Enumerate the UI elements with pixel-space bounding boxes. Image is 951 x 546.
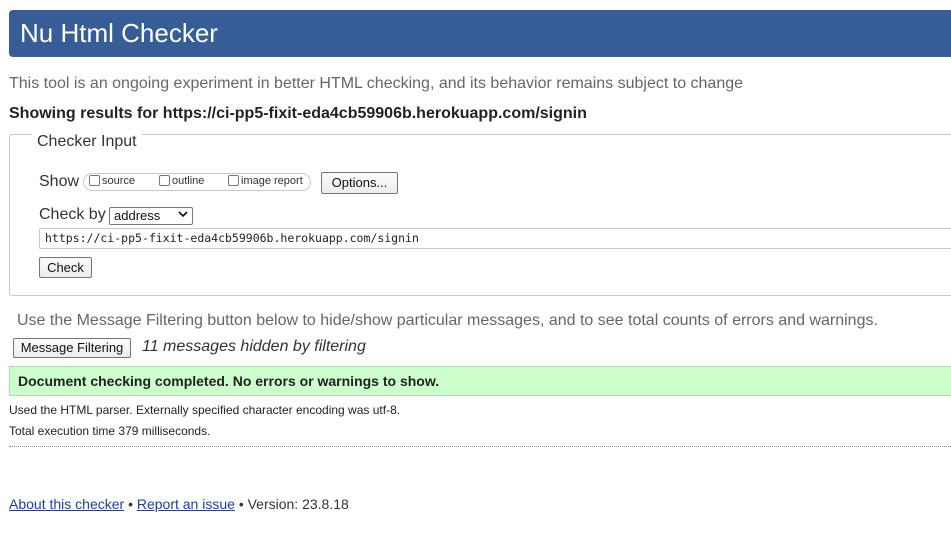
header-banner: Nu Html Checker: [9, 10, 951, 57]
chevron-down-icon: [178, 208, 188, 224]
success-message: Document checking completed. No errors o…: [18, 373, 440, 389]
success-message-box: Document checking completed. No errors o…: [9, 366, 951, 396]
footer: About this checker • Report an issue • V…: [9, 496, 349, 512]
check-by-select[interactable]: address: [109, 207, 193, 225]
filtering-note: Use the Message Filtering button below t…: [17, 312, 878, 329]
footer-separator-2: •: [238, 496, 244, 512]
showing-results-heading: Showing results for https://ci-pp5-fixit…: [9, 105, 587, 122]
check-by-label: Check by: [39, 206, 106, 223]
hidden-messages-count: 11 messages hidden by filtering: [142, 338, 366, 355]
outline-checkbox[interactable]: [159, 175, 170, 186]
page-title: Nu Html Checker: [20, 18, 218, 48]
message-filtering-button[interactable]: Message Filtering: [13, 338, 131, 358]
show-options-group: source outline image report: [83, 173, 311, 191]
options-button[interactable]: Options...: [321, 172, 398, 194]
version-text: Version: 23.8.18: [247, 496, 349, 512]
divider: [9, 446, 951, 447]
check-button[interactable]: Check: [39, 257, 92, 278]
parser-note: Used the HTML parser. Externally specifi…: [9, 403, 401, 417]
image-report-label: image report: [241, 175, 303, 187]
report-issue-link[interactable]: Report an issue: [137, 496, 235, 512]
outline-label: outline: [172, 175, 205, 187]
about-checker-link[interactable]: About this checker: [9, 496, 124, 512]
image-report-checkbox[interactable]: [228, 175, 239, 186]
url-input[interactable]: https://ci-pp5-fixit-eda4cb59906b.heroku…: [39, 228, 951, 249]
show-label: Show: [39, 173, 80, 190]
source-label: source: [102, 175, 136, 187]
show-outline-option[interactable]: outline: [159, 175, 204, 187]
check-by-selected-value: address: [114, 208, 161, 223]
execution-time: Total execution time 379 milliseconds.: [9, 424, 211, 438]
source-checkbox[interactable]: [89, 175, 100, 186]
footer-separator-1: •: [128, 496, 133, 512]
checker-input-legend: Checker Input: [32, 133, 142, 151]
show-source-option[interactable]: source: [89, 175, 135, 187]
show-image-report-option[interactable]: image report: [228, 175, 303, 187]
intro-text: This tool is an ongoing experiment in be…: [9, 75, 744, 92]
